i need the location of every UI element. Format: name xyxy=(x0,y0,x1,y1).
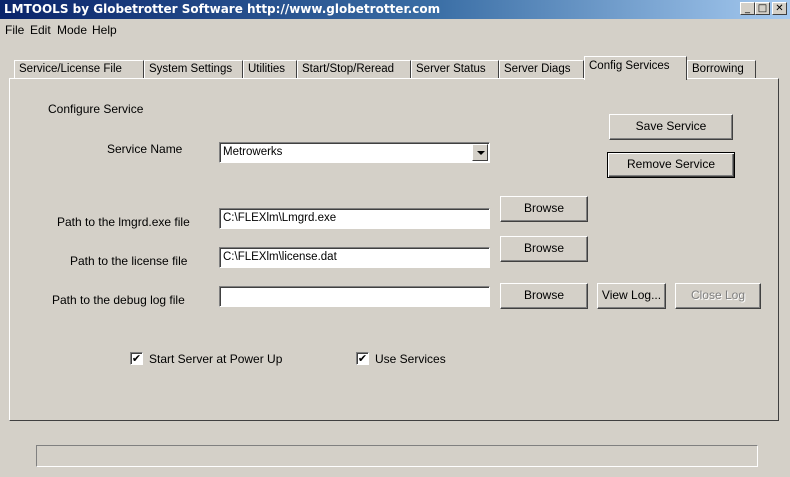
close-button[interactable]: ✕ xyxy=(772,2,787,15)
tab-server-status[interactable]: Server Status xyxy=(411,60,499,78)
license-path-input[interactable]: C:\FLEXlm\license.dat xyxy=(219,247,490,268)
minimize-button[interactable]: _ xyxy=(740,2,755,15)
tab-utilities[interactable]: Utilities xyxy=(243,60,297,78)
status-bar xyxy=(36,445,758,467)
start-at-powerup-checkbox[interactable]: ✔ xyxy=(130,352,143,365)
title-bar[interactable]: LMTOOLS by Globetrotter Software http://… xyxy=(0,0,790,19)
license-browse-button[interactable]: Browse xyxy=(500,236,588,262)
tab-start-stop-reread[interactable]: Start/Stop/Reread xyxy=(297,60,411,78)
tab-borrowing[interactable]: Borrowing xyxy=(687,60,756,78)
service-name-dropdown[interactable]: Metrowerks xyxy=(219,142,490,163)
save-service-button[interactable]: Save Service xyxy=(609,114,733,140)
menu-mode[interactable]: Mode xyxy=(57,23,87,37)
lmgrd-path-input[interactable]: C:\FLEXlm\Lmgrd.exe xyxy=(219,208,490,229)
debug-log-path-input[interactable] xyxy=(219,286,490,307)
close-log-button[interactable]: Close Log xyxy=(675,283,761,309)
debug-log-browse-button[interactable]: Browse xyxy=(500,283,588,309)
lmgrd-browse-button[interactable]: Browse xyxy=(500,196,588,222)
maximize-button[interactable]: □ xyxy=(755,2,770,15)
view-log-button[interactable]: View Log... xyxy=(597,283,666,309)
menu-edit[interactable]: Edit xyxy=(30,23,51,37)
tab-system-settings[interactable]: System Settings xyxy=(144,60,243,78)
remove-service-button[interactable]: Remove Service xyxy=(607,152,735,178)
tab-server-diags[interactable]: Server Diags xyxy=(499,60,584,78)
use-services-checkbox[interactable]: ✔ xyxy=(356,352,369,365)
window-title: LMTOOLS by Globetrotter Software http://… xyxy=(4,2,441,16)
lmtools-window: LMTOOLS by Globetrotter Software http://… xyxy=(0,0,790,477)
tab-service-license-file[interactable]: Service/License File xyxy=(14,60,144,78)
menu-help[interactable]: Help xyxy=(92,23,117,37)
service-name-value: Metrowerks xyxy=(223,146,283,158)
chevron-down-icon[interactable] xyxy=(472,144,488,161)
tab-config-services[interactable]: Config Services xyxy=(584,56,687,80)
menu-file[interactable]: File xyxy=(5,23,24,37)
menu-bar: File Edit Mode Help xyxy=(0,21,790,39)
